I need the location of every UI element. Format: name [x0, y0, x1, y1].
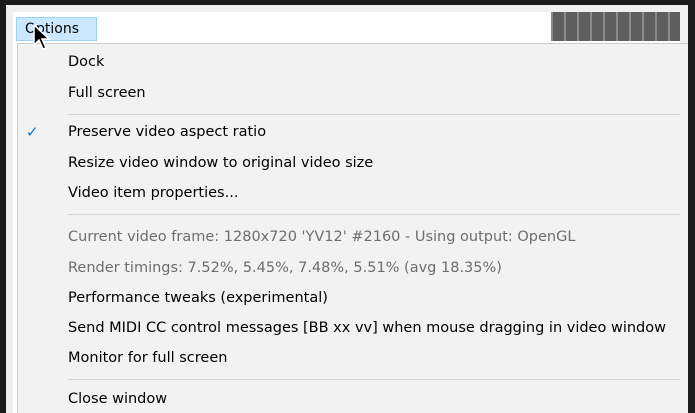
menu-item-preserve-aspect-ratio[interactable]: ✓ Preserve video aspect ratio — [17, 117, 680, 147]
checkmark-icon: ✓ — [26, 123, 39, 141]
menu-item-close-window[interactable]: Close window — [17, 384, 680, 413]
menu-item-label: Resize video window to original video si… — [68, 155, 374, 171]
mouse-pointer-icon — [33, 24, 51, 50]
menu-item-label: Video item properties... — [68, 185, 239, 201]
menu-item-current-video-frame: Current video frame: 1280x720 'YV12' #21… — [17, 222, 680, 252]
menu-item-label: Dock — [68, 54, 105, 70]
menu-item-label: Current video frame: 1280x720 'YV12' #21… — [68, 229, 576, 245]
menu-item-performance-tweaks[interactable]: Performance tweaks (experimental) — [17, 283, 680, 313]
menu-item-label: Performance tweaks (experimental) — [68, 290, 328, 306]
menu-item-video-item-properties[interactable]: Video item properties... — [17, 178, 680, 208]
video-window: Options Dock Full screen ✓ Preserve vide… — [0, 0, 695, 413]
menu-item-full-screen[interactable]: Full screen — [17, 78, 680, 108]
window-inner-border-top — [6, 5, 688, 12]
window-frame-right — [688, 0, 695, 413]
menu-item-label: Render timings: 7.52%, 5.45%, 7.48%, 5.5… — [68, 260, 502, 276]
menu-separator — [68, 379, 680, 380]
menu-separator — [68, 114, 680, 115]
menu-item-label: Full screen — [68, 85, 146, 101]
menu-item-resize-to-original[interactable]: Resize video window to original video si… — [17, 148, 680, 178]
video-background-strip — [551, 12, 680, 41]
menu-item-dock[interactable]: Dock — [17, 47, 680, 77]
menu-item-label: Monitor for full screen — [68, 350, 228, 366]
window-inner-border-left — [6, 5, 13, 413]
menu-item-label: Preserve video aspect ratio — [68, 124, 267, 140]
menu-item-monitor-full-screen[interactable]: Monitor for full screen — [17, 343, 680, 373]
menu-item-send-midi-cc[interactable]: Send MIDI CC control messages [BB xx vv]… — [17, 313, 680, 343]
menu-item-label: Send MIDI CC control messages [BB xx vv]… — [68, 320, 666, 336]
options-menu-button[interactable]: Options — [16, 17, 97, 41]
menu-item-label: Close window — [68, 391, 168, 407]
menu-separator — [68, 214, 680, 215]
menu-item-render-timings: Render timings: 7.52%, 5.45%, 7.48%, 5.5… — [17, 253, 680, 283]
